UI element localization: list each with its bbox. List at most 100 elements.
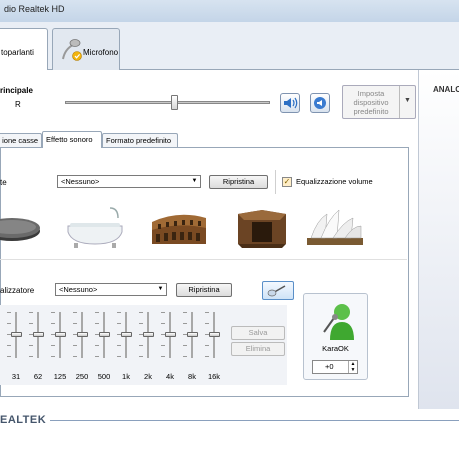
eq-frequency-label: 1k <box>122 372 130 381</box>
equalizer-preset-select[interactable]: <Nessuno> ▼ <box>55 283 167 296</box>
eq-tick <box>183 356 187 357</box>
karaoke-label: KaraOK <box>322 344 349 353</box>
eq-tick <box>29 356 33 357</box>
eq-slider-thumb[interactable] <box>187 332 198 337</box>
eq-tick <box>183 312 187 313</box>
eq-tick <box>205 345 209 346</box>
eq-frequency-label: 4k <box>166 372 174 381</box>
environment-select-value: <Nessuno> <box>61 177 100 186</box>
stone-corridor-icon <box>238 210 286 248</box>
save-button[interactable]: Salva <box>231 326 285 340</box>
environment-select[interactable]: <Nessuno> ▼ <box>57 175 201 188</box>
eq-tick <box>51 312 55 313</box>
eq-tick <box>139 312 143 313</box>
eq-tick <box>29 323 33 324</box>
eq-tick <box>117 345 121 346</box>
eq-tick <box>117 323 121 324</box>
tab-speakers[interactable]: toparlanti <box>0 28 48 70</box>
eq-tick <box>183 323 187 324</box>
eq-tick <box>161 356 165 357</box>
env-stone-corridor[interactable] <box>234 200 290 252</box>
eq-frequency-label: 62 <box>33 372 43 381</box>
environment-label: te <box>0 178 7 187</box>
microphone-icon <box>62 39 82 61</box>
colosseum-icon <box>152 214 206 244</box>
main-volume-track[interactable] <box>65 101 270 104</box>
eq-tick <box>139 323 143 324</box>
eq-slider-thumb[interactable] <box>11 332 22 337</box>
eq-slider-thumb[interactable] <box>99 332 110 337</box>
equalizer-reset-button[interactable]: Ripristina <box>176 283 232 297</box>
volume-button[interactable] <box>280 93 300 113</box>
delete-button[interactable]: Elimina <box>231 342 285 356</box>
set-default-device-label: Imposta dispositivo predefinito <box>353 89 389 116</box>
balance-right-label: R <box>15 100 21 109</box>
tab-default-format[interactable]: Formato predefinito <box>102 133 178 148</box>
eq-slider-thumb[interactable] <box>77 332 88 337</box>
eq-frequency-label: 125 <box>53 372 67 381</box>
bathroom-icon <box>67 207 123 248</box>
section-divider <box>0 259 407 260</box>
eq-frequency-label: 250 <box>75 372 89 381</box>
eq-slider-thumb[interactable] <box>165 332 176 337</box>
tab-microphone-label: Microfono <box>83 48 119 57</box>
eq-tick <box>95 323 99 324</box>
main-volume-thumb[interactable] <box>171 95 178 110</box>
eq-tick <box>73 356 77 357</box>
karaoke-value-stepper[interactable]: +0 ▲ ▼ <box>312 360 358 374</box>
mute-button[interactable] <box>310 93 330 113</box>
eq-tick <box>205 356 209 357</box>
equalize-volume-checkbox[interactable]: ✓ <box>282 177 292 187</box>
env-padded-cell[interactable] <box>0 200 40 252</box>
title-bar: dio Realtek HD <box>0 0 459 22</box>
set-default-device-button[interactable]: Imposta dispositivo predefinito ▼ <box>342 85 416 119</box>
eq-tick <box>51 345 55 346</box>
eq-tick <box>161 312 165 313</box>
eq-tick <box>51 323 55 324</box>
env-bathroom[interactable] <box>60 200 130 252</box>
eq-tick <box>139 345 143 346</box>
eq-slider-thumb[interactable] <box>55 332 66 337</box>
mute-speaker-icon <box>314 97 326 109</box>
eq-tick <box>51 356 55 357</box>
eq-tick <box>7 356 11 357</box>
eq-tick <box>95 356 99 357</box>
opera-house-icon <box>307 209 363 245</box>
eq-frequency-label: 31 <box>11 372 21 381</box>
dropdown-arrow-icon[interactable]: ▼ <box>399 86 415 118</box>
eq-tick <box>7 345 11 346</box>
spinner-arrows-icon[interactable]: ▲ ▼ <box>348 361 357 373</box>
equalize-volume-label: Equalizzazione volume <box>296 177 373 186</box>
realtek-audio-manager-window: dio Realtek HD toparlanti Microfono ANAL… <box>0 0 459 459</box>
eq-slider-thumb[interactable] <box>143 332 154 337</box>
eq-slider-thumb[interactable] <box>209 332 220 337</box>
eq-tick <box>117 312 121 313</box>
eq-tick <box>205 323 209 324</box>
tab-sound-effects[interactable]: Effetto sonoro <box>42 131 102 148</box>
footer-line <box>50 420 459 421</box>
chevron-down-icon: ▼ <box>191 178 198 184</box>
tab-microphone[interactable]: Microfono <box>52 28 120 70</box>
eq-tick <box>95 312 99 313</box>
tab-speaker-config[interactable]: ione casse <box>0 133 42 148</box>
device-tab-strip: toparlanti Microfono <box>0 22 459 70</box>
main-volume-label: rincipale <box>0 86 33 95</box>
environment-reset-button[interactable]: Ripristina <box>209 175 268 189</box>
eq-frequency-label: 2k <box>144 372 152 381</box>
eq-tick <box>117 356 121 357</box>
eq-slider-thumb[interactable] <box>121 332 132 337</box>
eq-tick <box>73 312 77 313</box>
env-opera-house[interactable] <box>305 200 365 252</box>
eq-tick <box>7 312 11 313</box>
guitar-eq-button[interactable] <box>262 281 294 300</box>
karaoke-singer-icon <box>323 304 354 340</box>
footer <box>0 409 459 459</box>
tab-speakers-label: toparlanti <box>1 48 34 57</box>
equalizer-select-value: <Nessuno> <box>59 285 98 294</box>
eq-tick <box>205 312 209 313</box>
analog-label: ANALO <box>433 85 459 94</box>
eq-frequency-label: 500 <box>97 372 111 381</box>
guitar-icon <box>267 285 286 297</box>
eq-slider-thumb[interactable] <box>33 332 44 337</box>
env-colosseum[interactable] <box>148 200 210 252</box>
